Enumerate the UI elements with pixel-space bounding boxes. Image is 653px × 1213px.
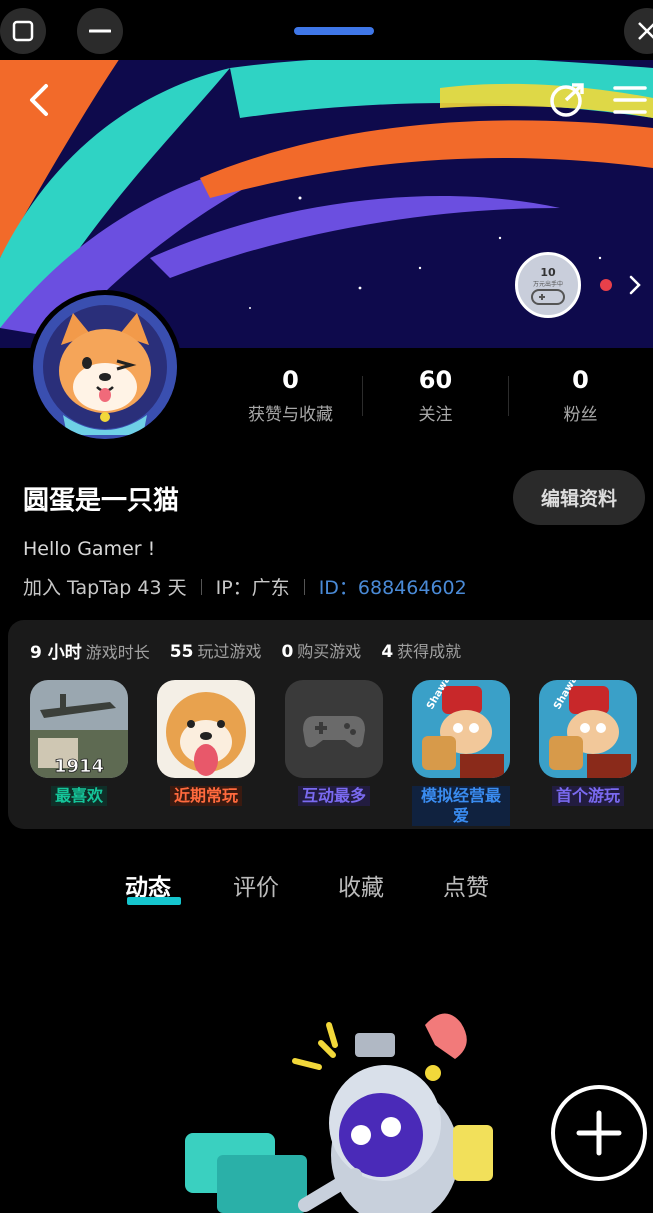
- window-minimize-button[interactable]: [77, 8, 123, 54]
- game-icon: 1914: [30, 680, 128, 778]
- played-label: 玩过游戏: [197, 642, 262, 661]
- doge-game-icon: [157, 680, 255, 778]
- meta-divider: [200, 578, 202, 595]
- tab-likes[interactable]: 点赞: [443, 868, 489, 902]
- tab-favorites[interactable]: 收藏: [338, 868, 384, 902]
- game-tag: 模拟经营最爱: [412, 786, 510, 826]
- user-id[interactable]: ID：688464602: [319, 573, 467, 600]
- played-value: 55: [169, 642, 194, 662]
- badge-number: 10: [540, 266, 556, 279]
- game-recent[interactable]: 近期常玩: [157, 680, 255, 806]
- knight-mascot-illustration: [185, 1013, 493, 1213]
- badge-caption: 万元出手中: [533, 280, 563, 288]
- profile-meta: 加入 TapTap 43 天 IP：广东 ID：688464602: [23, 573, 467, 600]
- playtime-summary: 9 小时 游戏时长: [30, 638, 150, 663]
- game-most-interactive[interactable]: 互动最多: [285, 680, 383, 806]
- purchased-value: 0: [281, 642, 294, 662]
- stat-followers-label: 粉丝: [563, 405, 598, 425]
- window-restore-button[interactable]: [0, 8, 46, 54]
- game-sim-favorite[interactable]: Shawarma 模拟经营最爱: [412, 680, 510, 826]
- achievements-summary: 4 获得成就: [381, 638, 461, 663]
- gamepad-icon: [303, 716, 365, 748]
- join-duration: 加入 TapTap 43 天: [23, 577, 187, 599]
- stat-followers-value: 0: [572, 366, 589, 394]
- share-icon[interactable]: [548, 82, 588, 118]
- games-summary-card[interactable]: 9 小时游戏时长 55玩过游戏 0购买游戏 4获得成就 1914 最喜欢: [8, 620, 653, 829]
- game-icon: [157, 680, 255, 778]
- shawarma-game-icon: Shawarma: [539, 680, 637, 778]
- shiba-avatar-image: [33, 295, 177, 439]
- menu-icon[interactable]: [612, 84, 648, 116]
- game-tag: 近期常玩: [169, 786, 242, 806]
- game-tag: 首个游玩: [551, 786, 624, 806]
- window-top-bar: [0, 0, 653, 60]
- stat-following-label: 关注: [418, 405, 453, 425]
- gamepad-badge-icon: 10 万元出手中: [531, 266, 565, 305]
- profile-stats: 0 获赞与收藏 60 关注 0 粉丝: [218, 360, 653, 430]
- achievement-badge[interactable]: 10 万元出手中: [515, 252, 581, 318]
- stat-likes[interactable]: 0 获赞与收藏: [218, 360, 363, 430]
- stat-following[interactable]: 60 关注: [363, 360, 508, 430]
- game-icon: Shawarma: [412, 680, 510, 778]
- window-drag-handle[interactable]: [294, 27, 374, 35]
- game-summary-row: 9 小时 游戏时长 55 玩过游戏 0 购买游戏 4 获得成就: [30, 638, 461, 663]
- create-post-button[interactable]: [551, 1085, 647, 1181]
- minus-icon: [89, 29, 111, 33]
- username: 圆蛋是一只猫: [23, 486, 180, 516]
- close-icon: [638, 22, 653, 40]
- back-icon[interactable]: [22, 82, 56, 118]
- war-game-icon: 1914: [30, 680, 128, 778]
- stat-divider: [362, 376, 363, 416]
- notification-dot: [600, 279, 612, 291]
- game-icon-text: 1914: [54, 756, 104, 777]
- profile-tabs: 动态 评价 收藏 点赞: [0, 868, 653, 918]
- window-close-button[interactable]: [624, 8, 653, 54]
- ip-location: IP：广东: [215, 577, 290, 599]
- game-tag: 互动最多: [297, 786, 370, 806]
- plus-icon: [576, 1110, 622, 1156]
- purchased-summary: 0 购买游戏: [281, 638, 361, 663]
- active-tab-indicator: [127, 897, 181, 905]
- game-icon-placeholder: [285, 680, 383, 778]
- stat-divider: [508, 376, 509, 416]
- game-icon: Shawarma: [539, 680, 637, 778]
- bio-text: Hello Gamer !: [23, 538, 156, 560]
- avatar[interactable]: [28, 290, 182, 444]
- playtime-label: 游戏时长: [85, 643, 150, 662]
- edit-profile-button[interactable]: 编辑资料: [513, 470, 645, 525]
- stat-following-value: 60: [418, 366, 453, 394]
- square-icon: [12, 20, 34, 42]
- played-summary: 55 玩过游戏: [170, 638, 262, 663]
- playtime-value: 9 小时: [30, 643, 82, 663]
- stat-likes-label: 获赞与收藏: [248, 405, 333, 425]
- chevron-right-icon[interactable]: [626, 272, 644, 298]
- achievements-label: 获得成就: [397, 642, 462, 661]
- shawarma-game-icon: Shawarma: [412, 680, 510, 778]
- game-favorite[interactable]: 1914 最喜欢: [30, 680, 128, 806]
- meta-divider: [303, 578, 305, 595]
- game-first-played[interactable]: Shawarma 首个游玩: [539, 680, 637, 806]
- stat-followers[interactable]: 0 粉丝: [508, 360, 653, 430]
- tab-reviews[interactable]: 评价: [233, 868, 279, 902]
- game-tag: 最喜欢: [50, 786, 107, 806]
- achievements-value: 4: [381, 642, 394, 662]
- purchased-label: 购买游戏: [297, 642, 362, 661]
- stat-likes-value: 0: [282, 366, 299, 394]
